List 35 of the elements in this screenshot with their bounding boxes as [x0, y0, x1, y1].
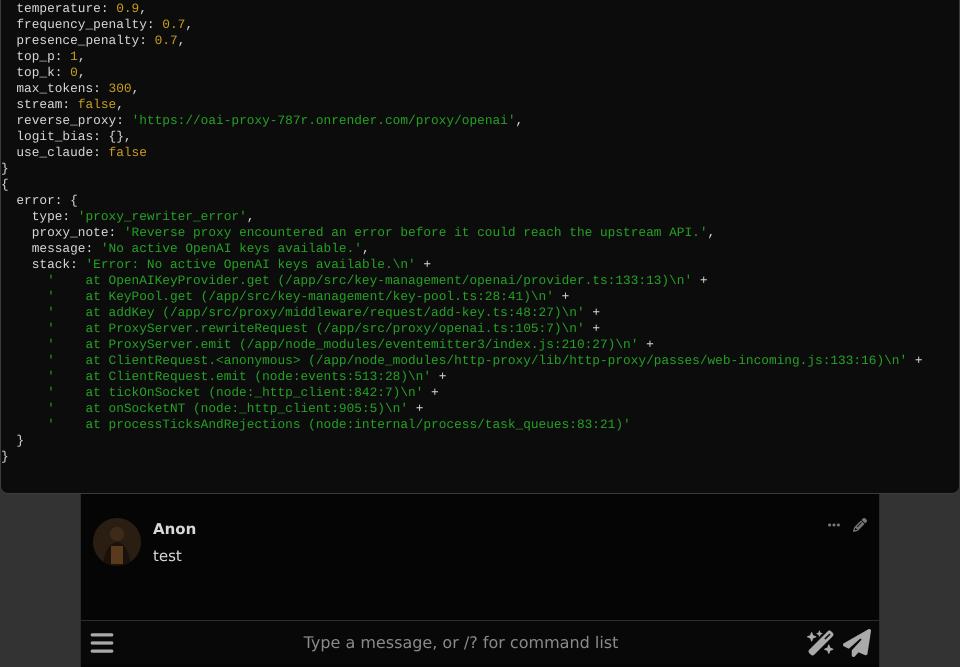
code-line: ' at OpenAIKeyProvider.get (/app/src/key-management/openai/provider.ts:133:13)\n' +: [46, 273, 708, 289]
code-line: ' at addKey (/app/src/proxy/middleware/request/add-key.ts:48:27)\n' +: [46, 305, 600, 321]
code-line: message: 'No active OpenAI keys available.',: [30, 241, 370, 257]
code-line: }: [1, 161, 9, 177]
code-line: top_p: 1,: [15, 49, 86, 65]
code-line: logit_bias: {},: [15, 129, 132, 145]
message-text: test: [153, 546, 183, 566]
magic-wand-icon[interactable]: [807, 628, 835, 656]
send-icon[interactable]: [843, 628, 871, 656]
code-line: ' at KeyPool.get (/app/src/key-management/key-pool.ts:28:41)\n' +: [46, 289, 570, 305]
code-line: {: [1, 177, 9, 193]
code-line: }: [1, 449, 9, 465]
code-line: stream: false,: [15, 97, 124, 113]
code-line: ' at ProxyServer.emit (/app/node_modules/eventemitter3/index.js:210:27)\n' +: [46, 337, 654, 353]
code-line: ' at onSocketNT (node:_http_client:905:5)\n' +: [46, 401, 424, 417]
code-line: presence_penalty: 0.7,: [15, 33, 186, 49]
code-line: frequency_penalty: 0.7,: [15, 17, 194, 33]
code-line: ' at tickOnSocket (node:_http_client:842:7)\n' +: [46, 385, 439, 401]
code-line: proxy_note: 'Reverse proxy encountered an error before it could reach the upstream API.',: [30, 225, 716, 241]
code-line: ' at processTicksAndRejections (node:internal/process/task_queues:83:21)': [46, 417, 631, 433]
code-line: error: {: [15, 193, 78, 209]
code-line: temperature: 0.9,: [15, 1, 147, 17]
code-line: reverse_proxy: 'https://oai-proxy-787r.onrender.com/proxy/openai',: [15, 113, 524, 129]
code-line: ' at ClientRequest.emit (node:events:513:28)\n' +: [46, 369, 446, 385]
code-line: stack: 'Error: No active OpenAI keys available.\n' +: [30, 257, 432, 273]
code-line: ' at ClientRequest.<anonymous> (/app/node_modules/http-proxy/lib/http-proxy/passes/web-incoming.js:133:16)\n' +: [46, 353, 923, 369]
edit-icon[interactable]: [853, 518, 867, 532]
code-line: }: [15, 433, 24, 449]
author-name: Anon: [153, 519, 196, 540]
message-input[interactable]: Type a message, or /? for command list: [123, 630, 799, 654]
code-line: top_k: 0,: [15, 65, 86, 81]
code-line: type: 'proxy_rewriter_error',: [30, 209, 254, 225]
code-line: max_tokens: 300,: [15, 81, 140, 97]
code-line: ' at ProxyServer.rewriteRequest (/app/src/proxy/openai.ts:105:7)\n' +: [46, 321, 600, 337]
code-line: use_claude: false: [15, 145, 147, 161]
